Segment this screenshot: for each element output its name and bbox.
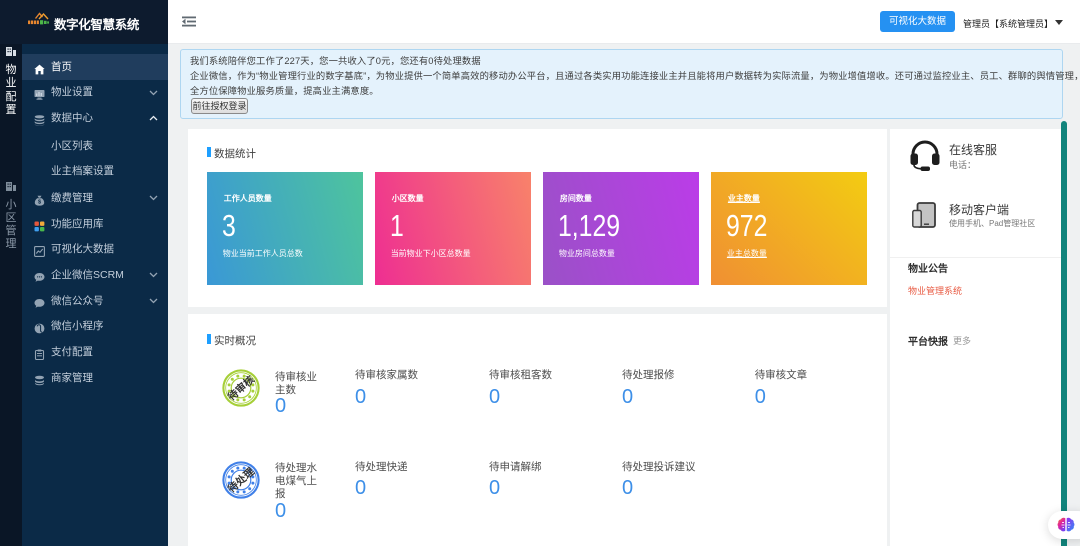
svg-text:$: $ bbox=[38, 199, 41, 205]
